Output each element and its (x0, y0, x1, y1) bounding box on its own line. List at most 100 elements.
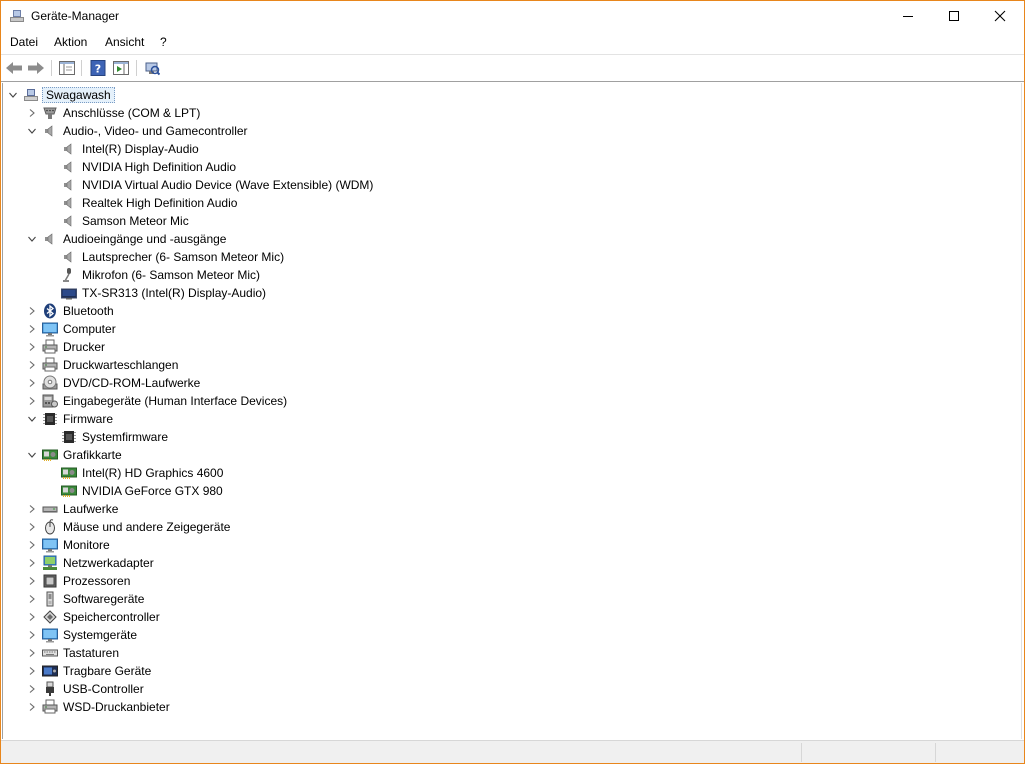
graphics-card-icon (61, 483, 77, 499)
category-dvd-cd-rom-laufwerke[interactable]: DVD/CD-ROM-Laufwerke (26, 374, 202, 392)
node-label: Bluetooth (63, 304, 114, 318)
collapse-chevron-icon[interactable] (7, 89, 19, 101)
category-monitore[interactable]: Monitore (26, 536, 112, 554)
expand-chevron-icon[interactable] (26, 647, 38, 659)
category-computer[interactable]: Computer (26, 320, 118, 338)
speaker-icon (61, 177, 77, 193)
expand-chevron-icon[interactable] (26, 107, 38, 119)
device-tx-sr313-intel-r-display-audio[interactable]: TX-SR313 (Intel(R) Display-Audio) (45, 284, 268, 302)
node-label: Tastaturen (63, 646, 120, 660)
speaker-icon (61, 249, 77, 265)
device-lautsprecher-6-samson-meteor-mic[interactable]: Lautsprecher (6- Samson Meteor Mic) (45, 248, 286, 266)
close-button[interactable] (977, 1, 1023, 31)
device-intel-r-hd-graphics-4600[interactable]: Intel(R) HD Graphics 4600 (45, 464, 225, 482)
toolbar-separator (51, 60, 52, 76)
expand-chevron-icon[interactable] (26, 377, 38, 389)
expand-chevron-icon[interactable] (26, 395, 38, 407)
minimize-button[interactable] (885, 1, 931, 31)
maximize-button[interactable] (931, 1, 977, 31)
category-netzwerkadapter[interactable]: Netzwerkadapter (26, 554, 156, 572)
device-samson-meteor-mic[interactable]: Samson Meteor Mic (45, 212, 191, 230)
expand-chevron-icon[interactable] (26, 701, 38, 713)
device-systemfirmware[interactable]: Systemfirmware (45, 428, 170, 446)
category-wsd-druckanbieter[interactable]: WSD-Druckanbieter (26, 698, 172, 716)
expand-chevron-icon[interactable] (26, 305, 38, 317)
expand-chevron-icon[interactable] (26, 611, 38, 623)
category-anschlusse-com-lpt[interactable]: Anschlüsse (COM & LPT) (26, 104, 202, 122)
node-label: Systemgeräte (63, 628, 138, 642)
scan-hardware-button[interactable] (142, 59, 162, 77)
category-mause-und-andere-zeigegerate[interactable]: Mäuse und andere Zeigegeräte (26, 518, 232, 536)
expand-chevron-icon[interactable] (26, 539, 38, 551)
show-hide-console-tree-button[interactable] (57, 59, 77, 77)
expand-chevron-icon[interactable] (26, 575, 38, 587)
node-label: Anschlüsse (COM & LPT) (63, 106, 201, 120)
expand-chevron-icon[interactable] (26, 359, 38, 371)
category-eingabegerate-human-interface-devices[interactable]: Eingabegeräte (Human Interface Devices) (26, 392, 289, 410)
node-label: Tragbare Geräte (63, 664, 152, 678)
menu-ansicht[interactable]: Ansicht (105, 35, 144, 49)
forward-button[interactable] (26, 59, 46, 77)
device-tree[interactable]: Swagawash Anschlüsse (COM & LPT) Audio-, V… (2, 83, 1022, 739)
category-grafikkarte[interactable]: Grafikkarte (26, 446, 124, 464)
category-audioeingange-und-ausgange[interactable]: Audioeingänge und -ausgänge (26, 230, 228, 248)
device-nvidia-high-definition-audio[interactable]: NVIDIA High Definition Audio (45, 158, 238, 176)
category-firmware[interactable]: Firmware (26, 410, 115, 428)
menu-aktion[interactable]: Aktion (54, 35, 87, 49)
printer-icon (42, 357, 58, 373)
display-icon (61, 285, 77, 301)
expand-chevron-icon[interactable] (26, 629, 38, 641)
expand-chevron-icon[interactable] (26, 557, 38, 569)
device-realtek-high-definition-audio[interactable]: Realtek High Definition Audio (45, 194, 239, 212)
collapse-chevron-icon[interactable] (26, 449, 38, 461)
action-pane-button[interactable] (111, 59, 131, 77)
category-bluetooth[interactable]: Bluetooth (26, 302, 116, 320)
collapse-chevron-icon[interactable] (26, 413, 38, 425)
device-nvidia-virtual-audio-device-wave-extensible-wdm[interactable]: NVIDIA Virtual Audio Device (Wave Extens… (45, 176, 375, 194)
monitor-icon (42, 537, 58, 553)
mouse-icon (42, 519, 58, 535)
device-intel-r-display-audio[interactable]: Intel(R) Display-Audio (45, 140, 201, 158)
help-button[interactable]: ? (88, 59, 108, 77)
hid-icon (42, 393, 58, 409)
category-laufwerke[interactable]: Laufwerke (26, 500, 120, 518)
category-systemgerate[interactable]: Systemgeräte (26, 626, 139, 644)
processor-icon (42, 573, 58, 589)
device-nvidia-geforce-gtx-980[interactable]: NVIDIA GeForce GTX 980 (45, 482, 225, 500)
expand-chevron-icon[interactable] (26, 665, 38, 677)
port-icon (42, 105, 58, 121)
node-label: Prozessoren (63, 574, 131, 588)
printer-icon (42, 339, 58, 355)
expand-chevron-icon[interactable] (26, 521, 38, 533)
expand-chevron-icon[interactable] (26, 683, 38, 695)
chip-icon (42, 411, 58, 427)
tree-root-node[interactable]: Swagawash (7, 86, 115, 104)
expand-chevron-icon[interactable] (26, 341, 38, 353)
expand-chevron-icon[interactable] (26, 503, 38, 515)
title-bar[interactable]: Geräte-Manager (1, 1, 1024, 31)
node-label: USB-Controller (63, 682, 144, 696)
category-druckwarteschlangen[interactable]: Druckwarteschlangen (26, 356, 180, 374)
expand-chevron-icon[interactable] (26, 323, 38, 335)
category-tastaturen[interactable]: Tastaturen (26, 644, 121, 662)
expand-chevron-icon[interactable] (26, 593, 38, 605)
menu-help[interactable]: ? (160, 35, 167, 49)
device-mikrofon-6-samson-meteor-mic[interactable]: Mikrofon (6- Samson Meteor Mic) (45, 266, 262, 284)
category-audio-video-und-gamecontroller[interactable]: Audio-, Video- und Gamecontroller (26, 122, 250, 140)
help-icon: ? (90, 60, 106, 76)
collapse-chevron-icon[interactable] (26, 233, 38, 245)
category-usb-controller[interactable]: USB-Controller (26, 680, 146, 698)
category-softwaregerate[interactable]: Softwaregeräte (26, 590, 146, 608)
category-tragbare-gerate[interactable]: Tragbare Geräte (26, 662, 153, 680)
back-arrow-icon (6, 62, 22, 74)
back-button[interactable] (4, 59, 24, 77)
node-label: WSD-Druckanbieter (63, 700, 170, 714)
menu-datei[interactable]: Datei (10, 35, 38, 49)
category-prozessoren[interactable]: Prozessoren (26, 572, 132, 590)
collapse-chevron-icon[interactable] (26, 125, 38, 137)
category-speichercontroller[interactable]: Speichercontroller (26, 608, 162, 626)
category-drucker[interactable]: Drucker (26, 338, 107, 356)
